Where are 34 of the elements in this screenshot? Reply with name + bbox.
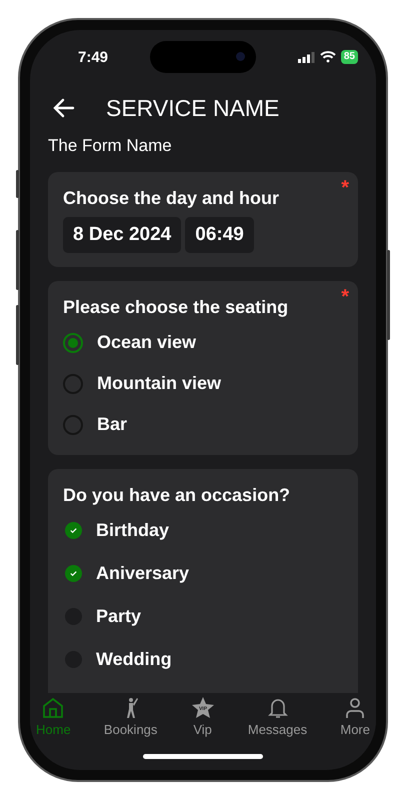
radio-button[interactable] xyxy=(63,414,83,434)
question-title: Choose the day and hour xyxy=(63,188,280,209)
date-field[interactable]: 8 Dec 2024 xyxy=(63,217,182,253)
tab[interactable]: Home xyxy=(34,693,73,745)
radio-button[interactable] xyxy=(63,374,83,394)
question-title: Please choose the seating xyxy=(63,297,290,318)
option-label: Ocean view xyxy=(97,332,196,353)
option-label: Mountain view xyxy=(97,373,222,394)
screen-title: SERVICE NAME xyxy=(106,94,280,122)
tab[interactable]: Messages xyxy=(246,693,310,745)
signal-icon xyxy=(298,52,315,62)
checkbox[interactable] xyxy=(65,522,82,539)
option-label: Aniversary xyxy=(96,563,190,584)
tab[interactable]: More xyxy=(338,693,372,745)
option-label: Wedding xyxy=(96,649,172,670)
checkbox[interactable] xyxy=(65,565,82,582)
checkmark-icon xyxy=(69,569,78,578)
battery-level: 85 xyxy=(340,50,358,64)
wifi-icon xyxy=(320,51,336,63)
back-arrow-icon[interactable] xyxy=(52,96,76,120)
home-icon xyxy=(41,696,66,720)
checkmark-icon xyxy=(69,526,78,535)
required-mark: * xyxy=(341,177,349,200)
required-mark: * xyxy=(341,286,349,309)
option-label: Party xyxy=(96,606,142,627)
bell-icon xyxy=(266,696,290,720)
option-label: Bar xyxy=(97,414,128,435)
tab[interactable]: Bookings xyxy=(102,693,160,745)
time-field[interactable]: 06:49 xyxy=(185,217,254,253)
question-title: Do you have an occasion? xyxy=(63,485,292,506)
status-time: 7:49 xyxy=(78,48,108,66)
radio-button[interactable] xyxy=(63,332,83,352)
option-label: Birthday xyxy=(96,520,170,541)
form-name: The Form Name xyxy=(47,135,173,157)
